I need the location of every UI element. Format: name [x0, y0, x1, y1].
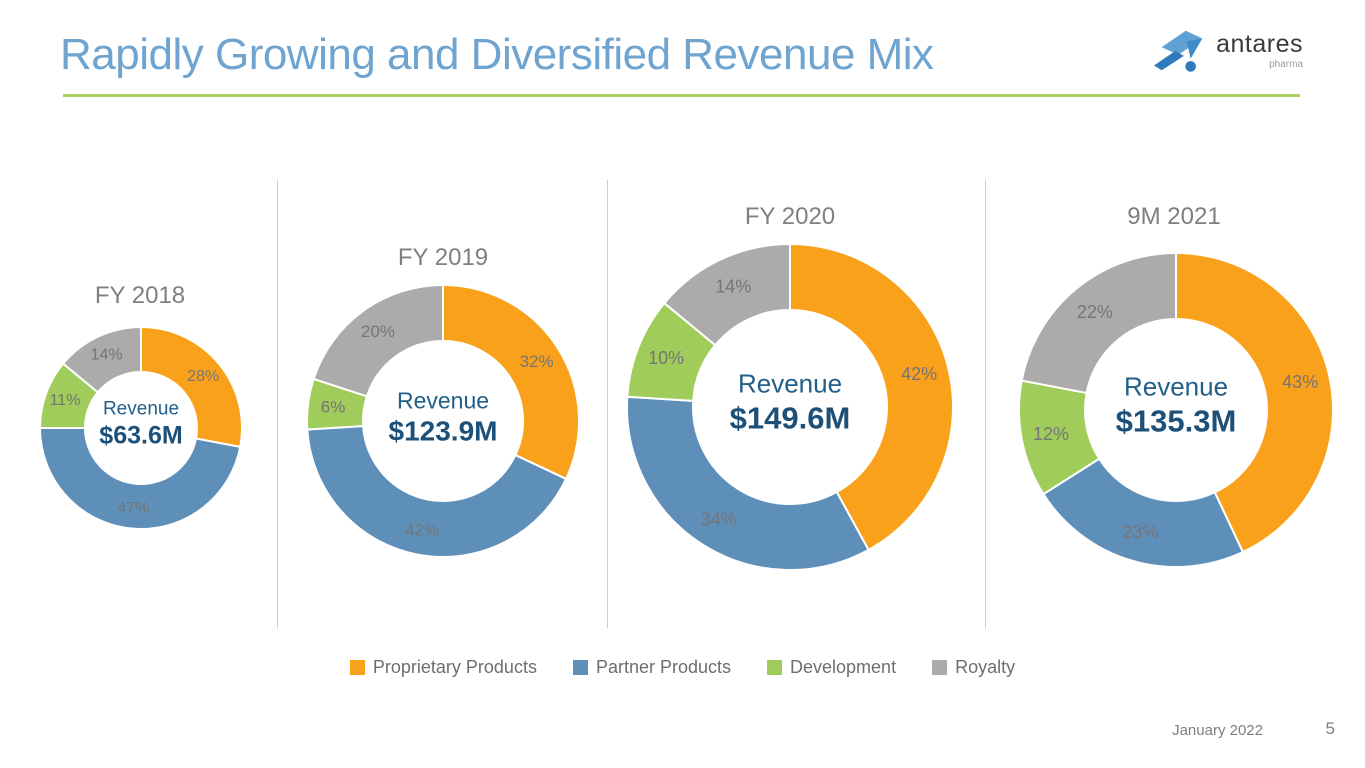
segment-percent-label: 20%: [361, 322, 395, 341]
legend-item: Proprietary Products: [350, 657, 537, 678]
revenue-label: Revenue: [99, 398, 182, 420]
segment-percent-label: 28%: [187, 368, 219, 385]
revenue-value: $123.9M: [389, 414, 498, 449]
donut-center-fy2018: Revenue $63.6M: [99, 398, 182, 451]
segment-percent-label: 6%: [321, 398, 346, 417]
segment-percent-label: 32%: [520, 352, 554, 371]
legend-swatch-icon: [767, 660, 782, 675]
chart-title-fy2019: FY 2019: [398, 244, 488, 272]
segment-percent-label: 34%: [701, 510, 737, 530]
revenue-value: $149.6M: [730, 400, 851, 439]
legend-label: Development: [790, 657, 896, 678]
revenue-value: $63.6M: [99, 420, 182, 451]
donut-segment: [443, 285, 579, 479]
segment-percent-label: 12%: [1033, 424, 1069, 444]
legend: Proprietary Products Partner Products Deve…: [0, 657, 1365, 678]
legend-swatch-icon: [573, 660, 588, 675]
chart-title-fy2018: FY 2018: [95, 282, 185, 310]
segment-percent-label: 42%: [901, 364, 937, 384]
segment-percent-label: 22%: [1077, 302, 1113, 322]
segment-percent-label: 14%: [91, 346, 123, 363]
segment-percent-label: 10%: [648, 348, 684, 368]
chart-title-fy2020: FY 2020: [745, 203, 835, 231]
segment-percent-label: 43%: [1282, 372, 1318, 392]
segment-percent-label: 14%: [715, 276, 751, 296]
revenue-label: Revenue: [389, 387, 498, 413]
donut-center-fy2020: Revenue $149.6M: [730, 370, 851, 439]
slide: Rapidly Growing and Diversified Revenue …: [0, 0, 1365, 768]
legend-label: Proprietary Products: [373, 657, 537, 678]
legend-item: Partner Products: [573, 657, 731, 678]
footer-date: January 2022: [1172, 722, 1263, 739]
legend-swatch-icon: [932, 660, 947, 675]
segment-percent-label: 23%: [1122, 522, 1158, 542]
legend-item: Development: [767, 657, 896, 678]
legend-item: Royalty: [932, 657, 1015, 678]
legend-label: Royalty: [955, 657, 1015, 678]
revenue-label: Revenue: [1116, 373, 1237, 403]
legend-label: Partner Products: [596, 657, 731, 678]
donut-center-fy2019: Revenue $123.9M: [389, 387, 498, 448]
legend-swatch-icon: [350, 660, 365, 675]
segment-percent-label: 11%: [50, 392, 81, 409]
revenue-label: Revenue: [730, 370, 851, 400]
chart-title-9m2021: 9M 2021: [1127, 203, 1220, 231]
revenue-value: $135.3M: [1116, 403, 1237, 442]
page-number: 5: [1326, 719, 1335, 739]
segment-percent-label: 47%: [117, 500, 149, 517]
donut-center-9m2021: Revenue $135.3M: [1116, 373, 1237, 442]
segment-percent-label: 42%: [405, 520, 439, 539]
